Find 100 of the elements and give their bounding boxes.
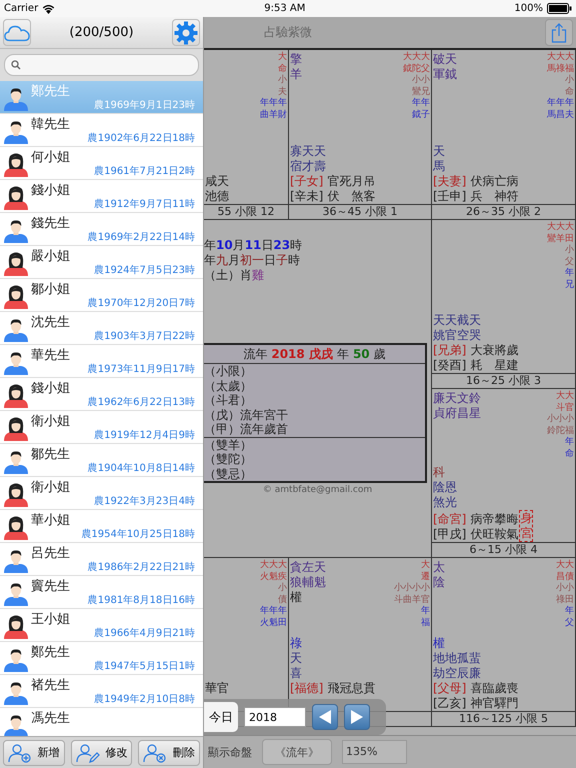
birth-date: 農1970年12月20日7時 <box>88 296 195 310</box>
annotation-text: 兄 <box>564 280 574 291</box>
age-range: 16～25 小限 3 <box>466 374 541 387</box>
star-name: 劫空辰廉 <box>432 666 482 681</box>
person-list-item[interactable]: 呂先生 農1986年2月22日21時 <box>0 543 203 576</box>
body-palace-mark: 身宮 <box>519 510 534 542</box>
person-list-item[interactable]: 褚先生 農1949年2月10日8時 <box>0 675 203 708</box>
person-list-item[interactable]: 衛小姐 農1922年3月23日4時 <box>0 477 203 510</box>
star-name: 軍鉞 <box>433 67 457 82</box>
birth-date: 農1949年2月10日8時 <box>94 692 195 706</box>
palace-label: [福德] <box>290 681 324 695</box>
share-button[interactable] <box>545 19 573 46</box>
star-name: 權 <box>432 636 446 651</box>
annotation-text: 命 <box>564 448 574 460</box>
person-name: 韓先生 <box>31 116 70 133</box>
palace-stars: 飛冠息貫 <box>327 681 376 695</box>
star-name: 馬 <box>432 159 446 174</box>
person-list-item[interactable]: 何小姐 農1961年7月21日2時 <box>0 147 203 180</box>
annotation-text: 大大大 <box>403 52 430 64</box>
person-list-item[interactable]: 錢小姐 農1912年9月7日11時 <box>0 180 203 213</box>
annotation-text: 馬昌夫 <box>547 110 574 121</box>
person-name: 衛小姐 <box>31 413 70 430</box>
person-list-item[interactable]: 韓先生 農1902年6月22日18時 <box>0 114 203 147</box>
annotation-text: 火魁田 <box>260 618 287 629</box>
stem-label: [乙亥] <box>433 696 466 710</box>
age-range: 116～125 小限 5 <box>459 712 548 725</box>
person-list-item[interactable]: 鄒先生 農1904年10月8日14時 <box>0 444 203 477</box>
edit-person-icon <box>76 742 100 762</box>
person-list-item[interactable]: 鄒小姐 農1970年12月20日7時 <box>0 279 203 312</box>
option-text: （雙忌） <box>204 466 253 481</box>
wifi-icon <box>42 4 56 14</box>
star-name: 天 <box>432 144 446 159</box>
option-text: （小限） <box>204 364 253 378</box>
person-name: 鄒先生 <box>31 446 70 463</box>
person-list-item[interactable]: 錢小姐 農1962年6月22日13時 <box>0 378 203 411</box>
person-name: 鄭先生 <box>31 83 70 100</box>
palace-label: [子女] <box>290 174 324 188</box>
annotation-text: 年年年 <box>547 98 574 110</box>
person-name: 鄒小姐 <box>31 281 70 298</box>
annotation-text: 小小小小 <box>394 583 430 594</box>
annotation-text: 鸞兄 <box>411 86 430 98</box>
battery-icon <box>547 3 572 14</box>
birth-date: 農1961年7月21日2時 <box>94 164 195 178</box>
person-list-item[interactable]: 錢先生 農1969年2月22日14時 <box>0 213 203 246</box>
person-list-item[interactable]: 華先生 農1973年11月9日17時 <box>0 345 203 378</box>
star-name: 天天截天 <box>432 313 482 328</box>
person-action-button[interactable]: 修改 <box>70 740 132 766</box>
cloud-button[interactable] <box>3 19 31 46</box>
birth-info-line: 年九月 初一日子時 <box>204 253 301 268</box>
annotation-text: 遷 <box>420 572 430 582</box>
woman-avatar-icon <box>3 184 29 210</box>
person-action-button[interactable]: 新增 <box>3 740 65 766</box>
person-name: 何小姐 <box>31 149 70 166</box>
person-list-item[interactable]: 竇先生 農1981年8月18日16時 <box>0 576 203 609</box>
woman-avatar-icon <box>3 613 29 639</box>
person-list-item[interactable]: 華小姐 農1954年10月25日18時 <box>0 510 203 543</box>
palace-stars: 伏 煞客 <box>327 189 376 203</box>
person-list-item[interactable]: 嚴小姐 農1924年7月5日23時 <box>0 246 203 279</box>
birth-date: 農1966年4月9日21時 <box>94 626 195 640</box>
person-name: 王小姐 <box>31 611 70 628</box>
person-list-item[interactable]: 衛小姐 農1919年12月4日9時 <box>0 411 203 444</box>
zoom-field[interactable]: 135% <box>342 740 407 764</box>
person-list-item[interactable]: 沈先生 農1903年3月7日22時 <box>0 312 203 345</box>
stem-label: [癸酉] <box>433 358 466 372</box>
mode-button[interactable]: 《流年》 <box>262 739 332 765</box>
next-button[interactable] <box>344 704 370 730</box>
search-field[interactable] <box>4 54 199 76</box>
birth-date: 農1962年6月22日13時 <box>88 396 195 409</box>
birth-date: 農1902年6月22日18時 <box>88 132 195 145</box>
star-name: 貞府昌星 <box>433 406 481 421</box>
annotation-text: 小小 <box>556 583 574 594</box>
cloud-icon <box>4 24 30 42</box>
star-name: 陰恩 <box>432 480 458 495</box>
today-button[interactable]: 今日 <box>204 702 238 732</box>
previous-button[interactable] <box>312 704 338 730</box>
annotation-text: 年年 <box>411 98 430 110</box>
option-text: （甲）流年歲首 <box>204 422 289 436</box>
star-name: 陰 <box>433 575 445 590</box>
person-list-item[interactable]: 王小姐 農1966年4月9日21時 <box>0 609 203 642</box>
year-input[interactable]: 2018 <box>244 707 306 727</box>
annotation-text: 年年年 <box>260 606 287 618</box>
birth-date: 農1919年12月4日9時 <box>94 428 195 442</box>
settings-button[interactable] <box>172 19 200 46</box>
person-name: 衛小姐 <box>31 479 70 496</box>
carrier-label: Carrier <box>4 3 38 14</box>
star-name: 羊 <box>290 67 302 82</box>
star-name: 天 <box>289 651 303 666</box>
age-range: 6～15 小限 4 <box>470 543 538 556</box>
annotation-text: 父 <box>564 618 574 629</box>
person-list-item[interactable]: 鄭先生 農1947年5月15日1時 <box>0 642 203 675</box>
star-name: 姚官空哭 <box>432 328 482 343</box>
star-name: 狼輔魁 <box>290 575 326 590</box>
annotation-text: 小 <box>564 245 574 256</box>
star-name: 科 <box>432 465 446 480</box>
palace-stars: 大衰將歲 <box>470 343 518 357</box>
woman-avatar-icon <box>3 382 29 408</box>
record-count: (200/500) <box>69 25 134 40</box>
annotation-text: 斗曲羊官 <box>394 594 430 606</box>
person-action-button[interactable]: 刪除 <box>138 740 200 766</box>
person-name: 錢小姐 <box>31 182 70 199</box>
